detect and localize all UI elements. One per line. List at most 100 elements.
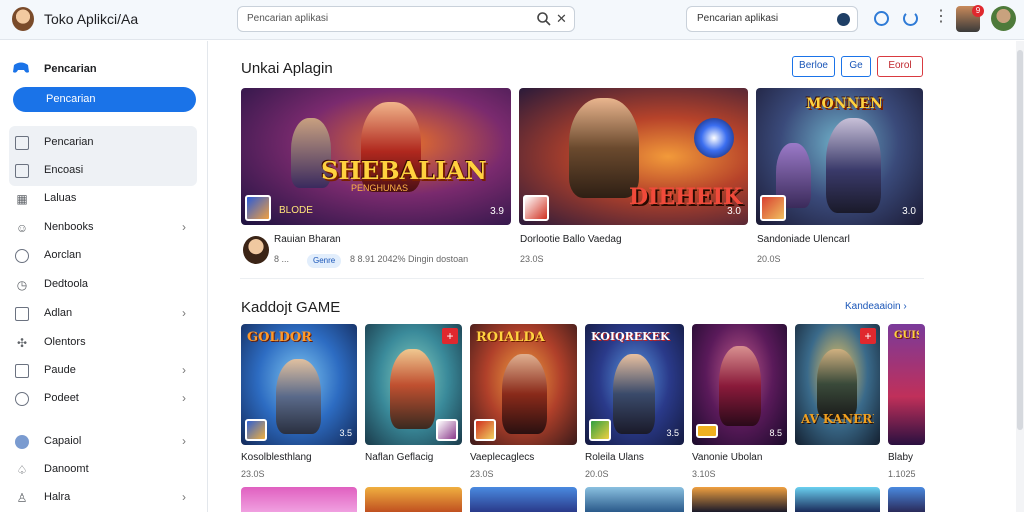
game-card-partial[interactable] [888,487,925,512]
chevron-right-icon: › [182,363,186,377]
person-icon: ♙ [16,491,28,505]
secondary-search-input[interactable]: Pencarian aplikasi [686,6,858,32]
featured-banner[interactable]: SHEBALIAN PENGHUNAS BLODE 3.9 [241,88,511,225]
chevron-right-icon: › [182,220,186,234]
game-name[interactable]: Vaeplecaglecs [470,452,577,463]
search-icon[interactable] [536,11,552,27]
card-title: GOLDOR [247,330,312,345]
sidebar-item-capaiol[interactable]: Capaiol › [0,430,208,454]
featured-action-button[interactable]: Eorol [877,56,923,77]
sidebar-item-podeet[interactable]: Podeet › [0,387,208,411]
add-icon[interactable]: + [442,328,458,344]
see-all-link[interactable]: Kandeaaioin › [845,301,907,312]
rating-value: 3.0 [727,206,741,217]
user-avatar[interactable] [991,6,1016,31]
developer-avatar [243,236,269,264]
chevron-right-icon: › [182,391,186,405]
sidebar-item-dedtoola[interactable]: ◷ Dedtoola [0,273,208,297]
game-card-partial[interactable] [795,487,880,512]
featured-app-name[interactable]: Dorlootie Ballo Vaedag [520,234,622,245]
window-icon [15,307,29,321]
game-card-partial[interactable] [241,487,357,512]
game-card[interactable]: ROIALDA [470,324,577,445]
app-logo [12,7,34,31]
clear-icon[interactable]: ✕ [556,12,567,26]
top-bar: Toko Aplikci/Aa Pencarian aplikasi ✕ Pen… [0,0,1024,40]
game-card[interactable]: 8.5 [692,324,787,445]
notification-badge: 9 [972,5,984,17]
magic-orb [694,118,734,158]
game-card[interactable]: GOLDOR 3.5 [241,324,357,445]
circle-icon [15,392,29,406]
featured-banner[interactable]: DIEHEIK 3.0 [519,88,748,225]
games-section-title: Kaddojt GAME [241,299,341,316]
document-icon [15,364,29,378]
scrollbar-thumb[interactable] [1017,50,1023,430]
featured-app-name[interactable]: Sandoniade Ulencarl [757,234,850,245]
featured-app-name[interactable]: Rauian Bharan [274,234,341,245]
game-card-partial[interactable] [365,487,462,512]
circle-icon [15,249,29,263]
game-card-partial[interactable] [470,487,577,512]
square-icon [15,164,29,178]
chevron-right-icon: › [182,306,186,320]
search-placeholder: Pencarian aplikasi [247,13,329,24]
sidebar-item-encoasi[interactable]: Encoasi [0,159,208,183]
game-card[interactable]: GUIS [888,324,925,445]
chevron-right-icon: › [182,434,186,448]
game-card-partial[interactable] [692,487,787,512]
game-thumbnail [436,419,458,441]
game-meta: 23.0S [241,469,265,479]
chevron-right-icon: › [182,490,186,504]
card-title: ROIALDA [476,330,545,345]
game-card[interactable]: KOIQREKEK 3.5 [585,324,684,445]
voice-icon[interactable] [837,13,850,26]
account-circle-icon[interactable] [874,11,889,26]
game-card[interactable]: AV KANERDAK + [795,324,880,445]
sidebar-item-halra[interactable]: ♙ Halra › [0,486,208,510]
sidebar-item-laluas[interactable]: ▦ Laluas [0,187,208,211]
game-card[interactable]: + [365,324,462,445]
sidebar: Pencarian Pencarian Pencarian Encoasi ▦ … [0,41,208,512]
hero-figure [826,118,881,213]
game-meta: 20.0S [585,469,609,479]
game-name[interactable]: Naflan Geflacig [365,452,462,463]
banner-title: DIEHEIK [629,184,743,210]
featured-banner[interactable]: MONNEN 3.0 [756,88,923,225]
card-title: AV KANERDAK [801,412,874,426]
smiley-icon: ☺ [15,221,29,235]
blue-dot-icon [15,435,29,449]
sidebar-item-adlan[interactable]: Adlan › [0,302,208,326]
square-icon [15,136,29,150]
sidebar-item-aorclan[interactable]: Aorclan [0,244,208,268]
power-icon[interactable] [903,11,918,26]
game-card-partial[interactable] [585,487,684,512]
sidebar-item-nenbooks[interactable]: ☺ Nenbooks › [0,216,208,240]
game-name[interactable]: Kosolblesthlang [241,452,357,463]
more-options-icon[interactable]: ⋮ [933,9,949,25]
hero-figure [276,359,321,434]
featured-app-extra: 8 8.91 2042% Dingin dostoan [350,254,469,264]
clock-icon: ◷ [16,278,28,292]
hero-figure [569,98,639,198]
search-input[interactable]: Pencarian aplikasi ✕ [237,6,575,32]
sidebar-primary-button[interactable]: Pencarian [13,87,196,112]
game-thumbnail [474,419,496,441]
game-thumbnail [245,419,267,441]
game-name[interactable]: Roleila Ulans [585,452,684,463]
sidebar-item-danoomt[interactable]: ♤ Danoomt [0,458,208,482]
sidebar-item-olentors[interactable]: ✣ Olentors [0,331,208,355]
featured-app-meta: 20.0S [757,254,781,264]
featured-action-button[interactable]: Ge [841,56,871,77]
rating-value: 8.5 [769,428,782,438]
card-title: GUIS [894,330,919,341]
featured-action-button[interactable]: Berloe [792,56,835,77]
game-name[interactable]: Vanonie Ubolan [692,452,792,463]
game-thumbnail [523,195,549,221]
game-name[interactable]: Blaby [888,452,924,463]
sidebar-item-pencarian[interactable]: Pencarian [0,131,208,155]
featured-app-meta: 8 ... [274,254,290,264]
sidebar-item-paude[interactable]: Paude › [0,359,208,383]
card-title: KOIQREKEK [591,330,670,343]
add-icon[interactable]: + [860,328,876,344]
